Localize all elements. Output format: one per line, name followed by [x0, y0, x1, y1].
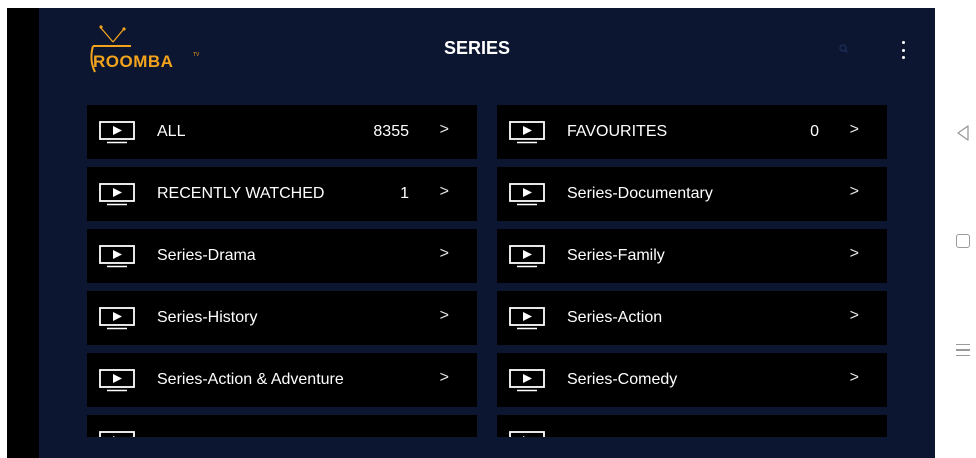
- category-count: 8355: [373, 123, 409, 140]
- category-label: Series-History: [157, 309, 258, 326]
- more-options-button[interactable]: [895, 39, 911, 61]
- status-strip: [0, 0, 976, 8]
- category-label: FAVOURITES: [567, 123, 668, 140]
- search-button[interactable]: [835, 40, 853, 58]
- chevron-right-icon: >: [849, 121, 859, 138]
- chevron-right-icon: >: [849, 369, 859, 386]
- category-item[interactable]: Series-Documentary >: [497, 167, 887, 221]
- recents-icon: [956, 354, 970, 356]
- tv-play-icon: [509, 121, 545, 144]
- tv-play-icon: [99, 245, 135, 268]
- chevron-right-icon: >: [849, 183, 859, 200]
- tv-play-icon: [509, 369, 545, 392]
- tv-play-icon: [99, 121, 135, 144]
- more-vertical-icon: [901, 48, 905, 52]
- category-label: Series-Action & Adventure: [157, 371, 344, 388]
- category-item[interactable]: Series-History >: [87, 291, 477, 345]
- category-count: 1: [400, 185, 409, 202]
- category-item[interactable]: Series-Action >: [497, 291, 887, 345]
- series-screen: ROOMBA TV SERIES ALL 8355 > FAVOURITES 0 > REC…: [39, 8, 935, 458]
- page-title: SERIES: [443, 38, 511, 58]
- category-item[interactable]: ALL 8355 >: [87, 105, 477, 159]
- category-item[interactable]: Series-Comedy >: [497, 353, 887, 407]
- nav-home-button[interactable]: [956, 234, 970, 248]
- chevron-right-icon: >: [439, 183, 449, 200]
- chevron-right-icon: >: [439, 307, 449, 324]
- category-count: 0: [810, 123, 819, 140]
- more-vertical-icon: [901, 41, 905, 44]
- chevron-right-icon: >: [849, 307, 859, 324]
- category-item-partial[interactable]: [87, 415, 477, 437]
- category-item[interactable]: Series-Drama >: [87, 229, 477, 283]
- category-item[interactable]: FAVOURITES 0 >: [497, 105, 887, 159]
- category-label: Series-Action: [567, 309, 663, 326]
- chevron-right-icon: >: [849, 245, 859, 262]
- tv-play-icon: [509, 183, 545, 206]
- category-label: Series-Comedy: [567, 371, 678, 388]
- tv-play-icon: [99, 307, 135, 330]
- nav-recents-button[interactable]: [956, 344, 970, 356]
- category-label: Series-Family: [567, 247, 665, 264]
- category-item[interactable]: RECENTLY WATCHED 1 >: [87, 167, 477, 221]
- category-label: Series-Drama: [157, 247, 256, 264]
- category-item[interactable]: Series-Family >: [497, 229, 887, 283]
- more-vertical-icon: [901, 56, 905, 59]
- category-label: Series-Documentary: [567, 185, 713, 202]
- tv-play-icon: [509, 245, 545, 268]
- category-label: ALL: [157, 123, 186, 140]
- chevron-right-icon: >: [439, 121, 449, 138]
- tv-play-icon: [509, 307, 545, 330]
- back-triangle-icon: [957, 125, 969, 141]
- chevron-right-icon: >: [439, 369, 449, 386]
- tv-play-icon: [99, 183, 135, 206]
- category-item[interactable]: Series-Action & Adventure >: [87, 353, 477, 407]
- category-item-partial[interactable]: [497, 415, 887, 437]
- recents-icon: [956, 344, 970, 346]
- tv-play-icon: [509, 431, 545, 437]
- tv-play-icon: [99, 369, 135, 392]
- chevron-right-icon: >: [439, 245, 449, 262]
- tv-play-icon: [99, 431, 135, 437]
- recents-icon: [956, 349, 970, 351]
- android-nav-bar: [935, 8, 976, 458]
- category-grid: ALL 8355 > FAVOURITES 0 > RECENTLY WATCHED 1 > Se…: [87, 105, 887, 437]
- nav-back-button[interactable]: [956, 125, 970, 141]
- category-label: RECENTLY WATCHED: [157, 185, 325, 202]
- search-icon: [839, 44, 849, 54]
